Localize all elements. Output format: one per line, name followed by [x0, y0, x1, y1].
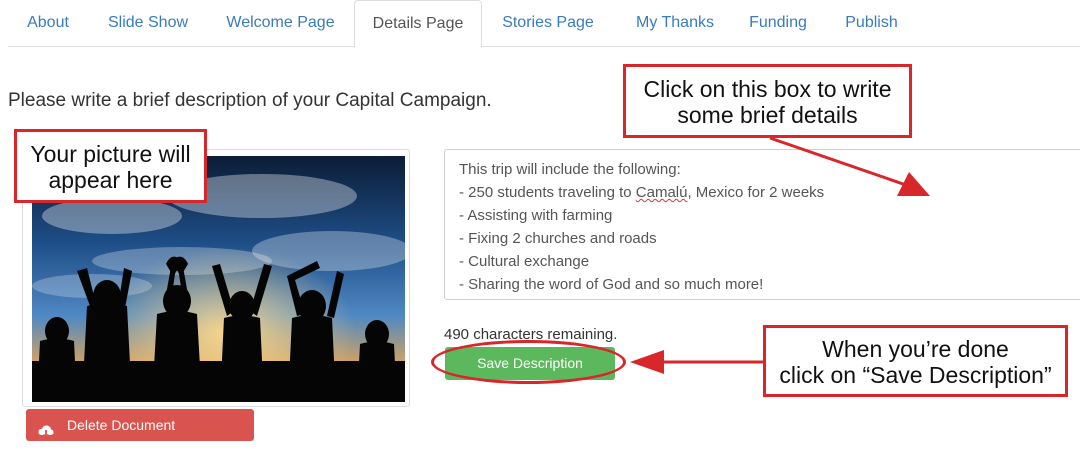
save-callout: When you’re done click on “Save Descript…	[763, 325, 1068, 397]
textarea-callout: Click on this box to write some brief de…	[623, 64, 912, 138]
textarea-callout-line1: Click on this box to write	[643, 76, 892, 102]
picture-callout: Your picture will appear here	[14, 129, 207, 203]
picture-callout-line2: appear here	[48, 167, 173, 193]
arrow-to-save-head	[630, 350, 664, 374]
save-callout-line1: When you’re done	[822, 336, 1009, 362]
arrow-to-textarea-line	[769, 136, 907, 187]
save-callout-line2: click on “Save Description”	[779, 362, 1052, 388]
picture-callout-line1: Your picture will	[30, 141, 191, 167]
textarea-callout-line2: some brief details	[677, 102, 858, 128]
